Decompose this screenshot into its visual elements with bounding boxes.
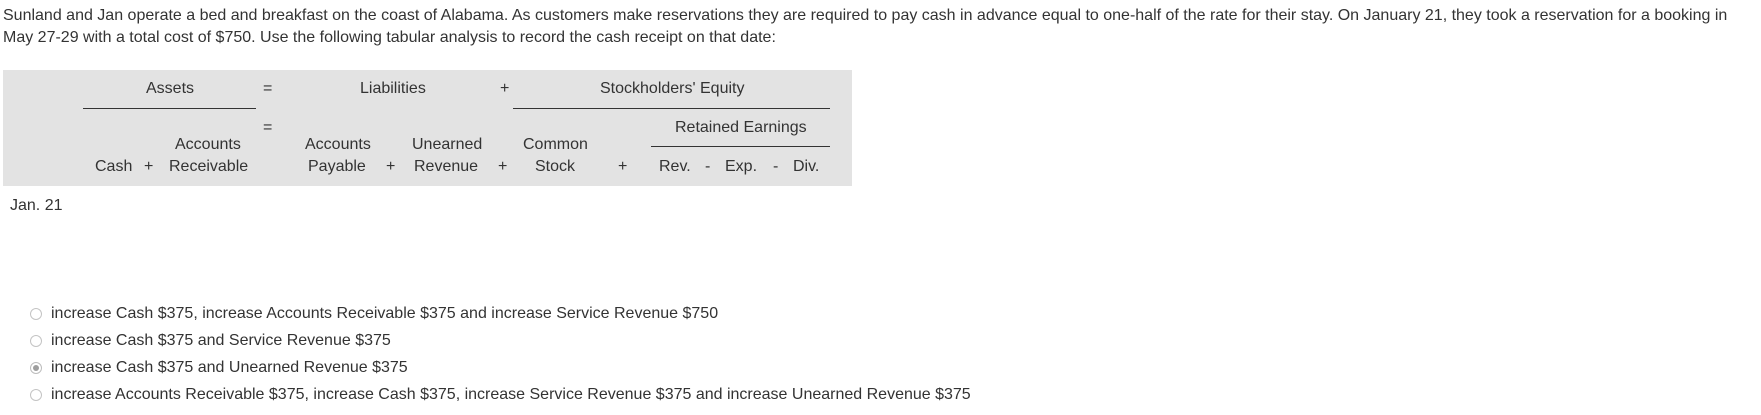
- revenue-column: Rev.: [659, 157, 691, 177]
- accounts-payable-line1: Accounts: [305, 135, 371, 155]
- liabilities-header: Liabilities: [360, 79, 426, 99]
- accounts-payable-line2: Payable: [308, 157, 366, 177]
- option-label: increase Accounts Receivable $375, incre…: [51, 386, 971, 404]
- option-label: increase Cash $375, increase Accounts Re…: [51, 305, 718, 323]
- accounts-receivable-line2: Receivable: [169, 157, 248, 177]
- answer-option-1[interactable]: increase Cash $375, increase Accounts Re…: [30, 300, 971, 327]
- radio-button-selected[interactable]: [30, 362, 42, 374]
- plus-sign: +: [500, 79, 509, 99]
- expense-column: Exp.: [725, 157, 757, 177]
- unearned-revenue-line2: Revenue: [414, 157, 478, 177]
- option-label: increase Cash $375 and Service Revenue $…: [51, 332, 391, 350]
- retained-earnings-underline: [651, 146, 830, 147]
- answer-options: increase Cash $375, increase Accounts Re…: [30, 300, 971, 408]
- retained-earnings-header: Retained Earnings: [675, 118, 807, 138]
- dividends-column: Div.: [793, 157, 819, 177]
- cash-column: Cash: [95, 157, 132, 177]
- tabular-analysis-header: Assets = Liabilities + Stockholders' Equ…: [3, 70, 852, 186]
- answer-option-3[interactable]: increase Cash $375 and Unearned Revenue …: [30, 354, 971, 381]
- radio-button[interactable]: [30, 308, 42, 320]
- answer-option-4[interactable]: increase Accounts Receivable $375, incre…: [30, 381, 971, 408]
- minus-sign-2: -: [773, 157, 778, 177]
- plus-sign-2: +: [386, 157, 395, 177]
- plus-sign-3: +: [498, 157, 507, 177]
- plus-sign-1: +: [144, 157, 153, 177]
- radio-button[interactable]: [30, 389, 42, 401]
- common-stock-line1: Common: [523, 135, 588, 155]
- answer-option-2[interactable]: increase Cash $375 and Service Revenue $…: [30, 327, 971, 354]
- equals-sign: =: [263, 79, 272, 99]
- common-stock-line2: Stock: [535, 157, 575, 177]
- unearned-revenue-line1: Unearned: [412, 135, 482, 155]
- minus-sign-1: -: [705, 157, 710, 177]
- option-label: increase Cash $375 and Unearned Revenue …: [51, 359, 408, 377]
- equals-sign-2: =: [263, 118, 272, 138]
- radio-button[interactable]: [30, 335, 42, 347]
- plus-sign-4: +: [618, 157, 627, 177]
- row-label-jan-21: Jan. 21: [10, 197, 62, 215]
- assets-header: Assets: [146, 79, 194, 99]
- equity-underline: [513, 108, 830, 109]
- question-text: Sunland and Jan operate a bed and breakf…: [3, 5, 1755, 49]
- equity-header: Stockholders' Equity: [600, 79, 744, 99]
- accounts-receivable-line1: Accounts: [175, 135, 241, 155]
- assets-underline: [83, 108, 256, 109]
